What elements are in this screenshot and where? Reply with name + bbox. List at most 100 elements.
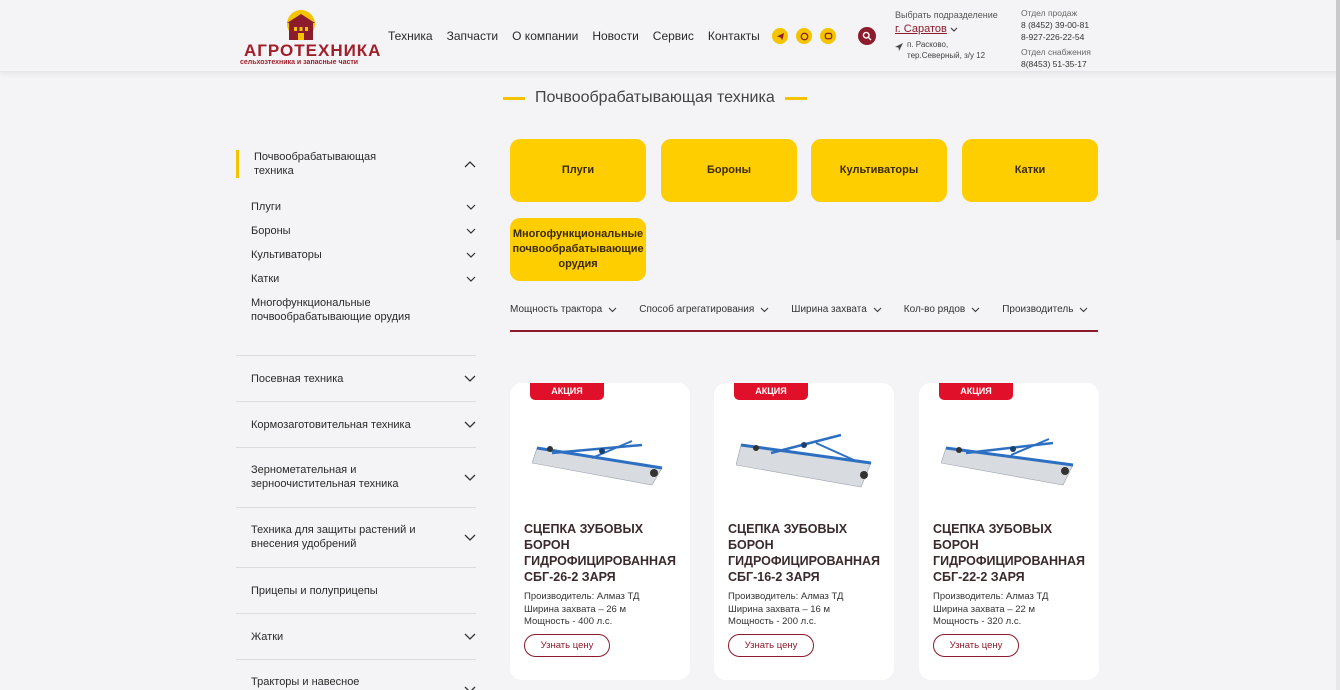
logo[interactable]: АГРОТЕХНИКА сельхозтехника и запасные ча…: [240, 8, 380, 66]
subcategory-list: Плуги Бороны Культиваторы Катки Многофун…: [236, 200, 476, 324]
sidebar-item-traktory[interactable]: Тракторы и навесное: [236, 659, 476, 690]
get-price-button[interactable]: Узнать цену: [933, 634, 1019, 657]
product-card[interactable]: АКЦИЯ Сцепка зубовых борон гидрофицирова…: [919, 383, 1099, 680]
sidebar-subitem-kultivatory[interactable]: Культиваторы: [251, 248, 476, 272]
chevron-down-icon[interactable]: [464, 474, 476, 481]
promo-badge: АКЦИЯ: [530, 383, 604, 400]
product-maker: Производитель: Алмаз ТД: [728, 591, 844, 602]
nav-item-contacts[interactable]: Контакты: [708, 29, 760, 43]
product-card[interactable]: АКЦИЯ Сцепка зубовых борон гидрофицирова…: [510, 383, 690, 680]
main-nav: Техника Запчасти О компании Новости Серв…: [388, 29, 760, 43]
product-image[interactable]: [941, 423, 1081, 498]
whatsapp-icon[interactable]: [796, 28, 812, 44]
product-image[interactable]: [736, 423, 876, 498]
supply-phone[interactable]: 8(8453) 51-35-17: [1021, 58, 1091, 70]
chevron-down-icon[interactable]: [466, 276, 476, 282]
sidebar-item-kormozagotovitelnaya[interactable]: Кормозаготовительная техника: [236, 401, 476, 447]
viber-icon[interactable]: [820, 28, 836, 44]
telegram-icon[interactable]: [772, 28, 788, 44]
sales-phone-1[interactable]: 8 (8452) 39-00-81: [1021, 19, 1091, 31]
region-address: п. Расково, тер.Северный, з/у 12: [907, 40, 986, 60]
title-dash-left: [503, 96, 525, 100]
filter-rows[interactable]: Кол-во рядов: [904, 304, 980, 330]
category-button-kultivatory[interactable]: Культиваторы: [811, 139, 947, 202]
sidebar-item-label: Почвообрабатывающая техника: [254, 151, 377, 177]
chevron-down-icon[interactable]: [464, 375, 476, 382]
sales-label: Отдел продаж: [1021, 8, 1078, 18]
chevron-down-icon[interactable]: [466, 204, 476, 210]
category-button-plugi[interactable]: Плуги: [510, 139, 646, 202]
region-label: Выбрать подразделение: [895, 10, 998, 20]
get-price-button[interactable]: Узнать цену: [524, 634, 610, 657]
product-specs: Производитель: Алмаз ТД Ширина захвата –…: [524, 591, 639, 629]
sidebar-item-zernometatelnaya[interactable]: Зернометательная и зерноочистительная те…: [236, 447, 476, 507]
chevron-down-icon[interactable]: [466, 252, 476, 258]
filter-power[interactable]: Мощность трактора: [510, 304, 617, 330]
logo-tagline: сельхозтехника и запасные части: [240, 59, 359, 66]
get-price-button[interactable]: Узнать цену: [728, 634, 814, 657]
chevron-down-icon: [1080, 307, 1088, 313]
product-title[interactable]: Сцепка зубовых борон гидрофицированная С…: [524, 521, 684, 585]
promo-badge: АКЦИЯ: [734, 383, 808, 400]
chevron-down-icon: [950, 27, 958, 32]
sidebar-subitem-borony[interactable]: Бороны: [251, 224, 476, 248]
location-arrow-icon: [895, 43, 903, 51]
product-power: Мощность - 200 л.с.: [728, 616, 817, 627]
sidebar-subitem-katki[interactable]: Катки: [251, 272, 476, 296]
chevron-down-icon[interactable]: [464, 421, 476, 428]
sidebar-subitem-multi[interactable]: Многофункциональные почвообрабатывающие …: [251, 296, 431, 324]
chevron-down-icon[interactable]: [464, 686, 476, 690]
sales-phone-2[interactable]: 8-927-226-22-54: [1021, 31, 1091, 43]
product-image[interactable]: [532, 423, 672, 498]
sidebar-item-pritsepy[interactable]: Прицепы и полуприцепы: [236, 567, 476, 613]
sidebar-subitem-plugi[interactable]: Плуги: [251, 200, 476, 224]
nav-item-zapchasti[interactable]: Запчасти: [447, 29, 499, 43]
sidebar-item-zhatki[interactable]: Жатки: [236, 613, 476, 659]
site-header: АГРОТЕХНИКА сельхозтехника и запасные ча…: [0, 0, 1340, 72]
social-links: [772, 28, 836, 44]
filter-aggregation[interactable]: Способ агрегатирования: [639, 304, 769, 330]
product-power: Мощность - 320 л.с.: [933, 616, 1022, 627]
sidebar-item-posevnaya[interactable]: Посевная техника: [236, 355, 476, 401]
logo-text: АГРОТЕХНИКА: [244, 41, 382, 60]
chevron-down-icon: [873, 307, 882, 313]
product-width: Ширина захвата – 22 м: [933, 603, 1036, 615]
search-button[interactable]: [858, 27, 876, 45]
category-button-multi[interactable]: Многофункциональные почвообрабатывающие …: [510, 218, 646, 281]
product-maker: Производитель: Алмаз ТД: [933, 591, 1049, 602]
chevron-down-icon: [608, 307, 617, 313]
filter-bar: Мощность трактора Способ агрегатирования…: [510, 304, 1098, 332]
promo-badge: АКЦИЯ: [939, 383, 1013, 400]
category-sidebar: Почвообрабатывающая техника Плуги Бороны…: [236, 150, 476, 690]
scrollbar-thumb[interactable]: [1336, 0, 1340, 240]
chevron-up-icon[interactable]: [464, 160, 476, 168]
logo-house-icon: [287, 10, 315, 40]
nav-item-news[interactable]: Новости: [592, 29, 638, 43]
product-specs: Производитель: Алмаз ТД Ширина захвата –…: [728, 591, 843, 629]
filter-width[interactable]: Ширина захвата: [791, 304, 882, 330]
region-city[interactable]: г. Саратов: [895, 23, 947, 35]
chevron-down-icon[interactable]: [464, 633, 476, 640]
nav-item-service[interactable]: Сервис: [653, 29, 694, 43]
product-width: Ширина захвата – 16 м: [728, 603, 831, 615]
sidebar-item-zashchita[interactable]: Техника для защиты растений и внесения у…: [236, 507, 476, 567]
title-dash-right: [784, 96, 807, 100]
category-button-borony[interactable]: Бороны: [661, 139, 797, 202]
filter-manufacturer[interactable]: Производитель: [1002, 304, 1088, 330]
page-scrollbar[interactable]: [1336, 0, 1340, 690]
region-city-select[interactable]: г. Саратов: [895, 20, 1005, 35]
chevron-down-icon[interactable]: [464, 534, 476, 541]
sidebar-item-active[interactable]: Почвообрабатывающая техника: [236, 150, 476, 178]
product-width: Ширина захвата – 26 м: [524, 603, 627, 615]
nav-item-tehnika[interactable]: Техника: [388, 29, 433, 43]
product-title[interactable]: Сцепка зубовых борон гидрофицированная С…: [728, 521, 888, 585]
product-card[interactable]: АКЦИЯ Сцепка зубовых борон гидрофицирова…: [714, 383, 894, 680]
supply-label: Отдел снабжения: [1021, 47, 1091, 57]
product-specs: Производитель: Алмаз ТД Ширина захвата –…: [933, 591, 1048, 629]
category-button-katki[interactable]: Катки: [962, 139, 1098, 202]
chevron-down-icon[interactable]: [466, 228, 476, 234]
product-title[interactable]: Сцепка зубовых борон гидрофицированная С…: [933, 521, 1093, 585]
page-title: Почвообрабатывающая техника: [503, 89, 807, 107]
nav-item-about[interactable]: О компании: [512, 29, 578, 43]
chevron-down-icon: [971, 307, 980, 313]
